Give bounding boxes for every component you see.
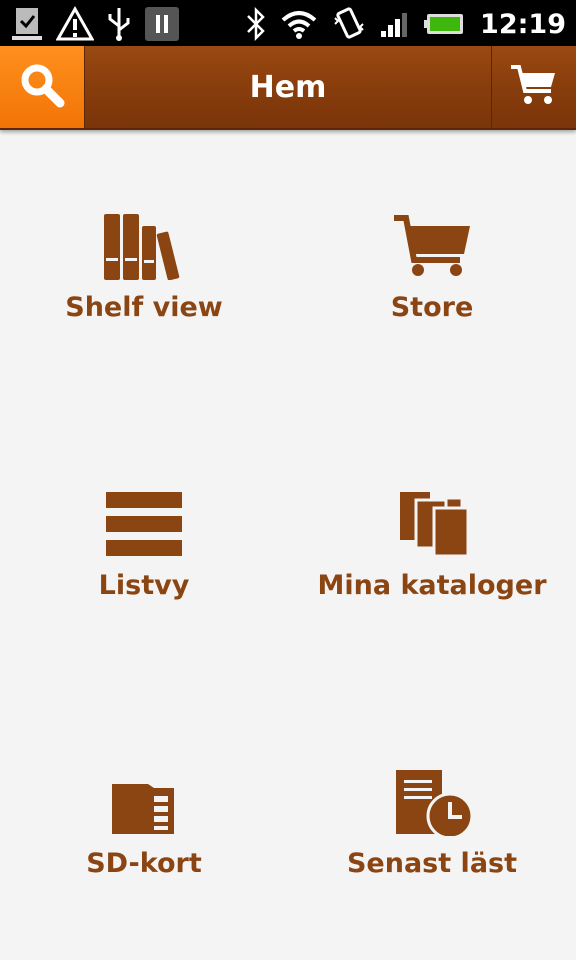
books-icon: [104, 200, 184, 280]
wifi-icon: [280, 9, 318, 39]
sd-card-icon: [104, 756, 184, 836]
tile-label: Shelf view: [65, 292, 223, 323]
tile-label: Store: [390, 292, 474, 323]
tile-label: Senast läst: [346, 848, 518, 879]
pause-icon: [144, 6, 180, 42]
tile-label: Listvy: [98, 570, 190, 601]
catalogs-icon: [392, 478, 472, 558]
tile-label: SD-kort: [86, 848, 202, 879]
tile-store[interactable]: Store: [288, 200, 576, 400]
action-bar: Hem: [0, 46, 576, 130]
vibrate-icon: [332, 6, 366, 42]
tile-label: Mina kataloger: [317, 570, 547, 601]
usb-icon: [106, 6, 132, 42]
tile-sd-kort[interactable]: SD-kort: [0, 756, 288, 956]
tile-listvy[interactable]: Listvy: [0, 478, 288, 678]
search-icon: [18, 61, 66, 113]
tile-senast-last[interactable]: Senast läst: [288, 756, 576, 956]
signal-icon: [380, 9, 410, 39]
cart-icon: [392, 200, 472, 280]
tile-mina-kataloger[interactable]: Mina kataloger: [288, 478, 576, 678]
list-icon: [104, 478, 184, 558]
search-button[interactable]: [0, 46, 85, 128]
recent-document-icon: [392, 756, 472, 836]
battery-icon: [424, 12, 466, 36]
page-title: Hem: [249, 69, 327, 105]
bluetooth-icon: [246, 7, 266, 41]
status-bar: 12:19: [0, 0, 576, 46]
tile-shelf-view[interactable]: Shelf view: [0, 200, 288, 400]
warning-icon: [56, 6, 94, 42]
sync-download-icon: [10, 6, 44, 42]
status-clock: 12:19: [480, 8, 566, 40]
cart-button[interactable]: [491, 46, 576, 128]
cart-icon: [509, 63, 559, 111]
